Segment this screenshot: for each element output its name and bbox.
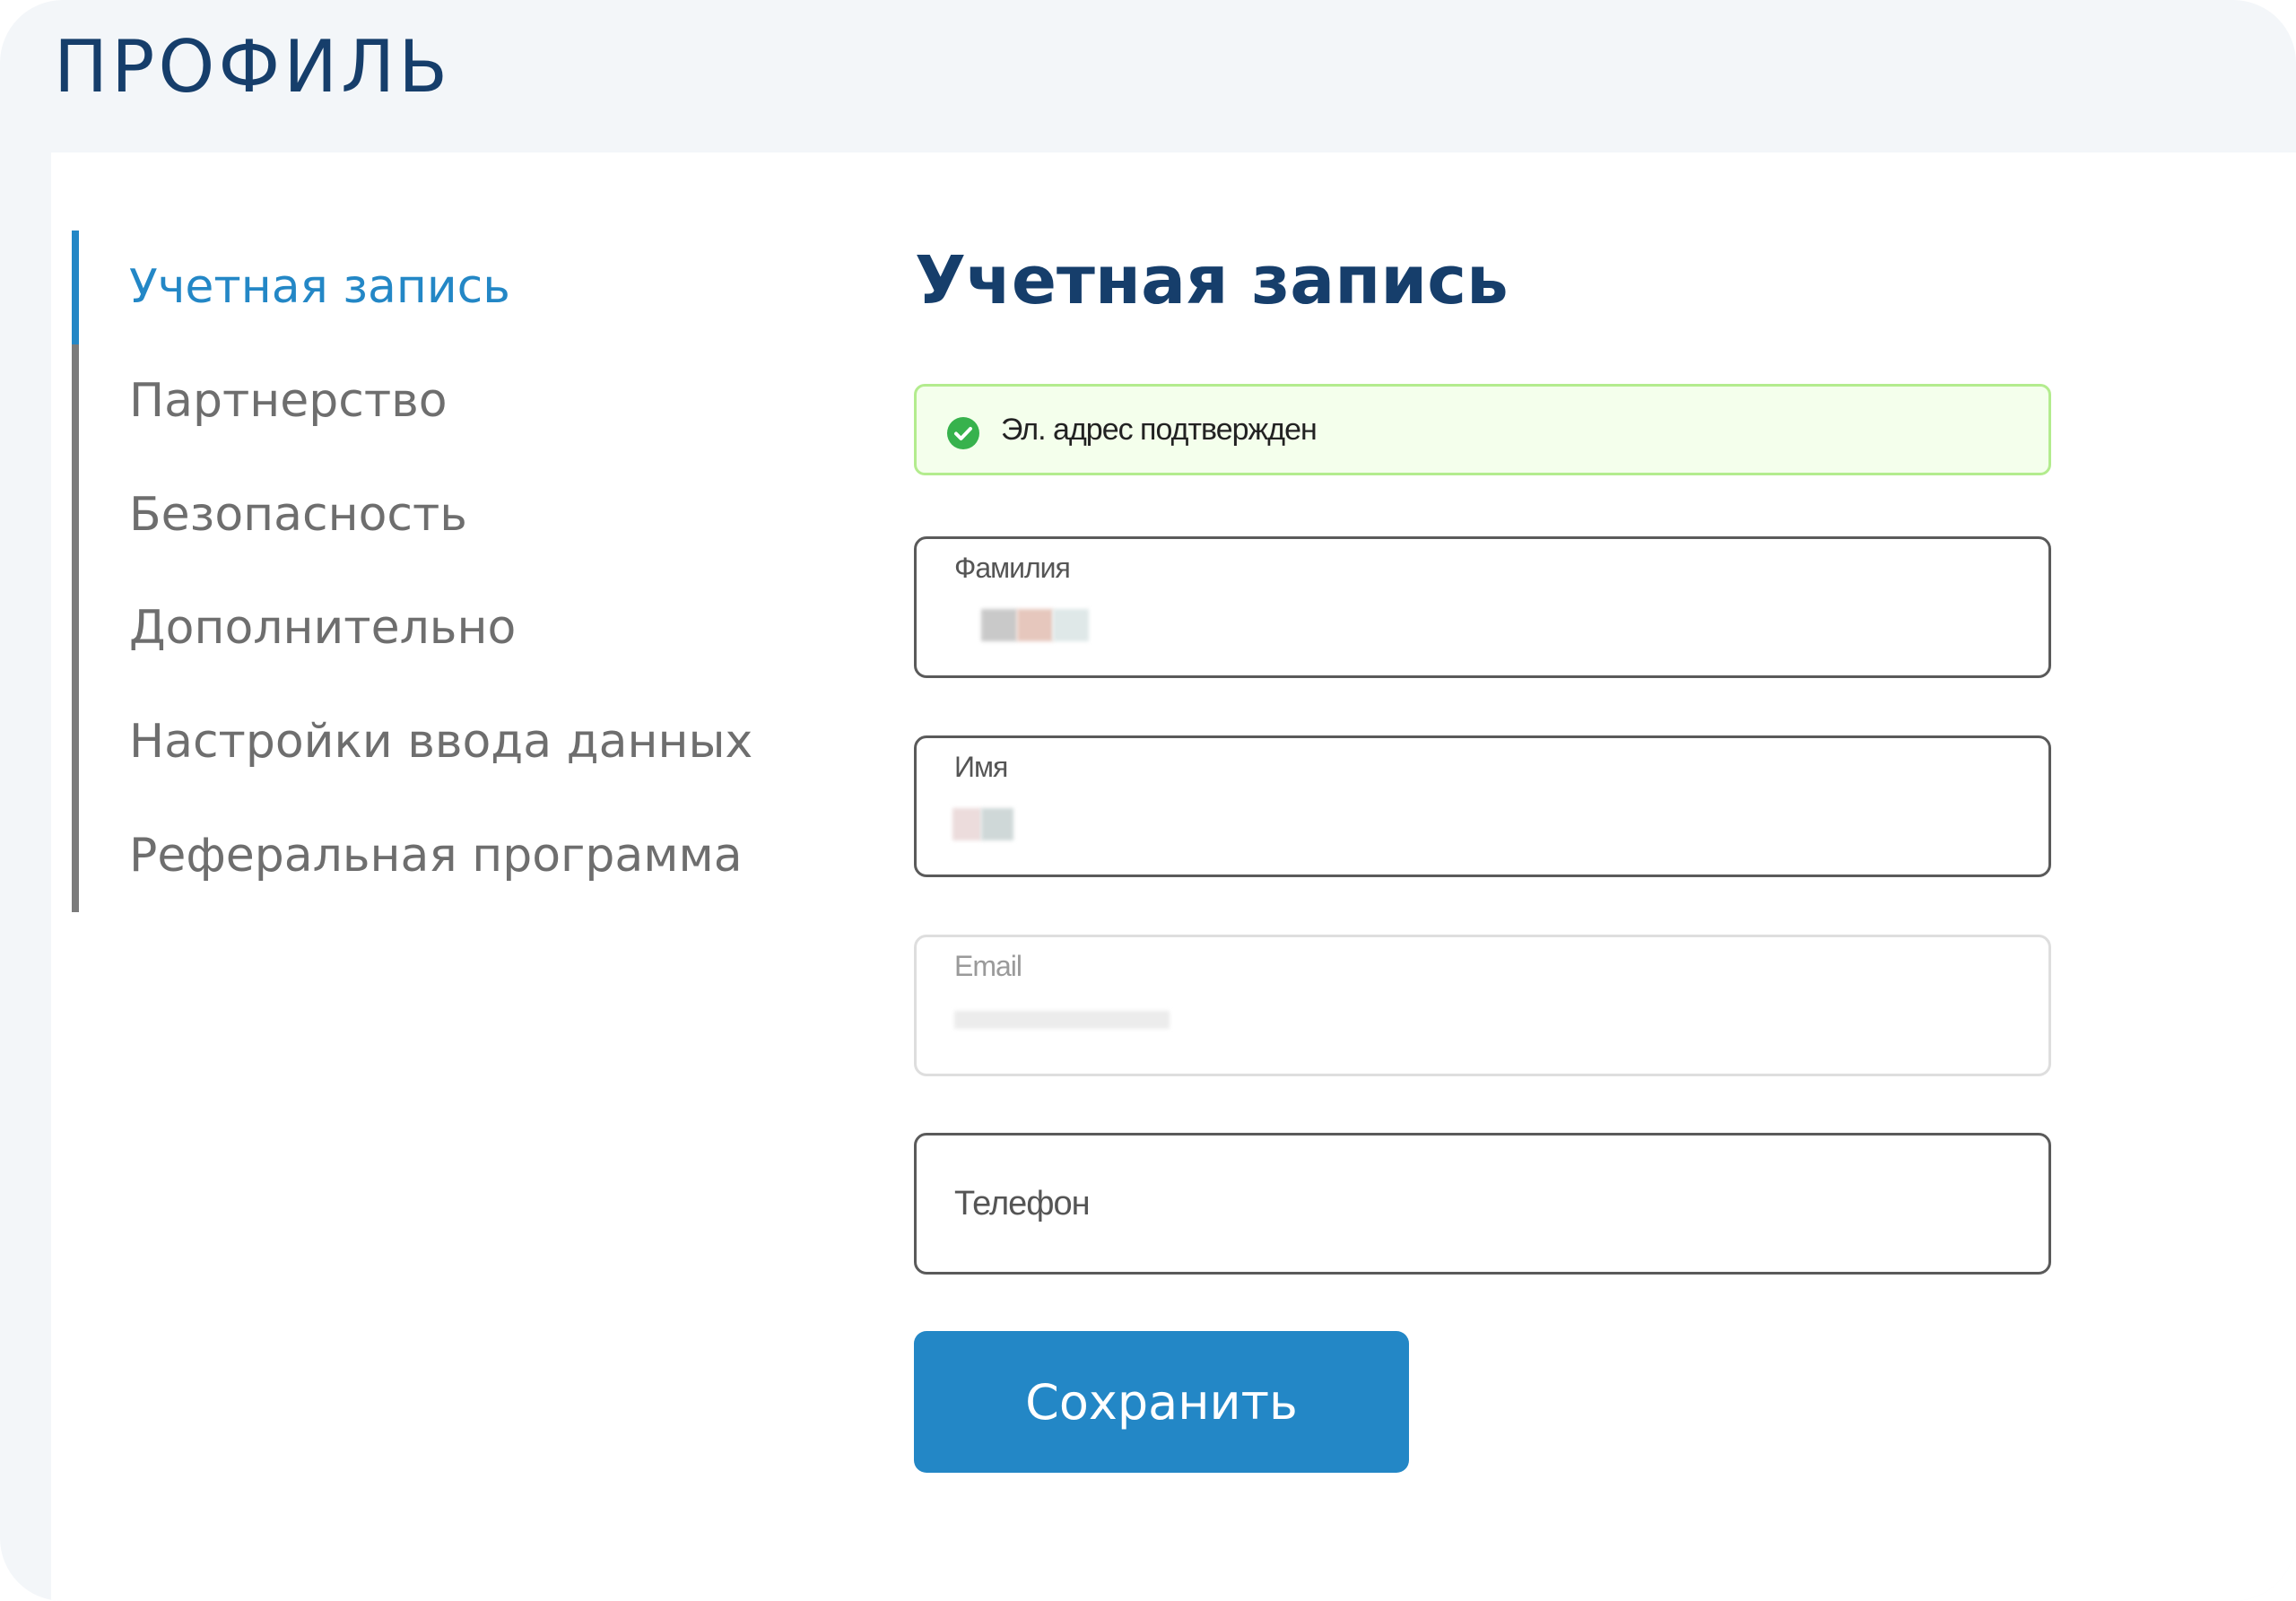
- phone-placeholder: Телефон: [954, 1185, 1091, 1223]
- page-title: ПРОФИЛЬ: [54, 25, 452, 109]
- sidebar-item-account[interactable]: Учетная запись: [129, 247, 510, 327]
- redacted-block: [954, 1011, 1170, 1029]
- redacted-block: [1053, 609, 1089, 641]
- email-verified-alert: Эл. адрес подтвержден: [914, 384, 2051, 475]
- sidebar-item-input-settings[interactable]: Настройки ввода данных: [129, 701, 752, 782]
- save-button[interactable]: Сохранить: [914, 1331, 1409, 1473]
- email-label: Email: [954, 950, 1022, 982]
- redacted-block: [952, 808, 981, 840]
- section-title: Учетная запись: [915, 242, 1509, 319]
- redacted-block: [981, 609, 1017, 641]
- first-name-label: Имя: [954, 751, 1008, 783]
- sidebar-active-indicator: [72, 231, 79, 344]
- profile-window: ПРОФИЛЬ Учетная запись Партнерство Безоп…: [0, 0, 2296, 1601]
- email-field: Email: [914, 935, 2051, 1076]
- sidebar-item-referral[interactable]: Реферальная программа: [129, 815, 743, 896]
- redacted-block: [1017, 609, 1053, 641]
- sidebar-item-partnership[interactable]: Партнерство: [129, 361, 448, 441]
- redacted-block: [981, 808, 1013, 840]
- sidebar-item-additional[interactable]: Дополнительно: [129, 587, 516, 668]
- alert-text: Эл. адрес подтвержден: [1001, 413, 1318, 447]
- first-name-field[interactable]: Имя: [914, 735, 2051, 877]
- phone-field[interactable]: Телефон: [914, 1133, 2051, 1275]
- check-circle-icon: [947, 417, 979, 449]
- last-name-label: Фамилия: [954, 552, 1071, 584]
- last-name-field[interactable]: Фамилия: [914, 536, 2051, 678]
- sidebar-item-security[interactable]: Безопасность: [129, 474, 467, 555]
